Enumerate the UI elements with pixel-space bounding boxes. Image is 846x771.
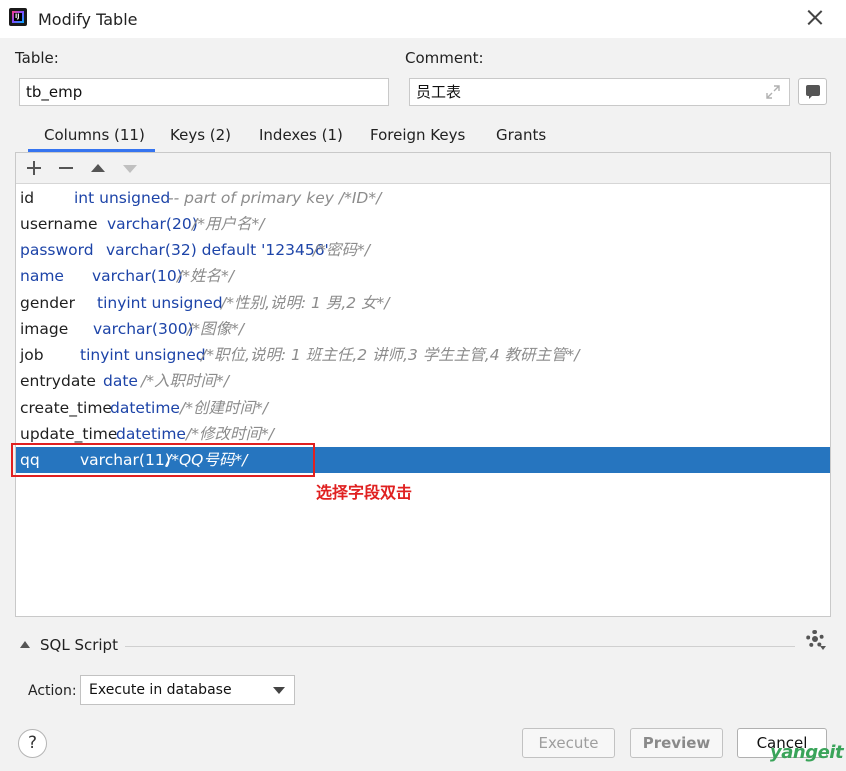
tab-columns[interactable]: Columns (11) bbox=[28, 122, 155, 152]
tab-grants[interactable]: Grants bbox=[496, 122, 546, 152]
action-label: Action: bbox=[28, 683, 77, 699]
column-row[interactable]: entrydate date /*入职时间*/ bbox=[16, 368, 830, 394]
comment-label: Comment: bbox=[405, 49, 484, 67]
column-type: varchar(10) bbox=[92, 267, 183, 285]
collapse-caret-icon[interactable] bbox=[20, 641, 30, 648]
title-bar: IJ Modify Table bbox=[0, 0, 846, 38]
column-comment: /*性别,说明: 1 男,2 女*/ bbox=[221, 294, 390, 312]
column-comment: /*入职时间*/ bbox=[141, 372, 229, 390]
expand-icon[interactable] bbox=[765, 84, 781, 100]
column-type: tinyint unsigned bbox=[80, 346, 206, 364]
comment-input[interactable]: 员工表 bbox=[409, 78, 790, 106]
move-down-icon bbox=[123, 165, 137, 173]
column-comment: /*创建时间*/ bbox=[180, 399, 268, 417]
column-comment: /*密码*/ bbox=[313, 241, 370, 259]
sql-script-label[interactable]: SQL Script bbox=[40, 636, 118, 654]
column-name: image bbox=[20, 320, 69, 338]
preview-button[interactable]: Preview bbox=[630, 728, 723, 758]
column-name: create_time bbox=[20, 399, 112, 417]
column-type: date bbox=[103, 372, 138, 390]
tab-indexes[interactable]: Indexes (1) bbox=[259, 122, 343, 152]
intellij-app-icon: IJ bbox=[9, 8, 27, 26]
remove-icon[interactable] bbox=[57, 159, 75, 177]
tab-keys[interactable]: Keys (2) bbox=[170, 122, 231, 152]
chevron-down-icon bbox=[273, 687, 285, 694]
table-name-input[interactable]: tb_emp bbox=[19, 78, 389, 106]
gear-dropdown-icon[interactable] bbox=[820, 646, 826, 650]
columns-toolbar bbox=[16, 153, 830, 184]
help-button[interactable]: ? bbox=[18, 729, 47, 758]
annotation-text: 选择字段双击 bbox=[316, 483, 413, 502]
column-type: varchar(20) bbox=[107, 215, 198, 233]
column-name: username bbox=[20, 215, 98, 233]
move-up-icon[interactable] bbox=[91, 164, 105, 172]
highlight-box bbox=[11, 443, 315, 477]
column-name: entrydate bbox=[20, 372, 96, 390]
column-name: id bbox=[20, 189, 35, 207]
column-type: varchar(300) bbox=[93, 320, 194, 338]
action-select[interactable]: Execute in database bbox=[80, 675, 295, 705]
add-icon[interactable] bbox=[25, 159, 43, 177]
execute-button[interactable]: Execute bbox=[522, 728, 615, 758]
window-title: Modify Table bbox=[38, 10, 138, 29]
comment-input-value: 员工表 bbox=[416, 83, 462, 101]
table-label: Table: bbox=[15, 49, 59, 67]
column-comment: /*职位,说明: 1 班主任,2 讲师,3 学生主管,4 教研主管*/ bbox=[201, 346, 580, 364]
tab-foreign-keys[interactable]: Foreign Keys bbox=[370, 122, 465, 152]
column-row[interactable]: name varchar(10) /*姓名*/ bbox=[16, 263, 830, 289]
column-row[interactable]: gender tinyint unsigned /*性别,说明: 1 男,2 女… bbox=[16, 290, 830, 316]
columns-panel: id int unsigned -- part of primary key /… bbox=[15, 152, 831, 617]
column-type: datetime bbox=[110, 399, 180, 417]
column-type: tinyint unsigned bbox=[97, 294, 223, 312]
section-divider bbox=[125, 646, 795, 647]
column-comment: /*用户名*/ bbox=[192, 215, 265, 233]
column-comment: -- part of primary key /*ID*/ bbox=[168, 189, 382, 207]
column-row[interactable]: username varchar(20) /*用户名*/ bbox=[16, 211, 830, 237]
column-type: int unsigned bbox=[74, 189, 171, 207]
column-name: name bbox=[20, 267, 64, 285]
comment-bubble-icon bbox=[806, 85, 820, 99]
column-comment: /*图像*/ bbox=[187, 320, 244, 338]
column-comment: /*姓名*/ bbox=[177, 267, 234, 285]
comment-editor-button[interactable] bbox=[798, 78, 827, 105]
watermark: yangeit bbox=[770, 742, 844, 763]
column-row[interactable]: id int unsigned -- part of primary key /… bbox=[16, 185, 830, 211]
column-name: gender bbox=[20, 294, 75, 312]
column-row[interactable]: create_time datetime /*创建时间*/ bbox=[16, 395, 830, 421]
column-row[interactable]: password varchar(32) default '123456' /*… bbox=[16, 237, 830, 263]
column-name: password bbox=[20, 241, 94, 259]
column-row[interactable]: job tinyint unsigned /*职位,说明: 1 班主任,2 讲师… bbox=[16, 342, 830, 368]
column-type: varchar(32) default '123456' bbox=[106, 241, 329, 259]
action-select-value: Execute in database bbox=[89, 682, 232, 698]
column-name: job bbox=[20, 346, 44, 364]
close-icon[interactable] bbox=[806, 8, 824, 26]
column-row[interactable]: image varchar(300) /*图像*/ bbox=[16, 316, 830, 342]
